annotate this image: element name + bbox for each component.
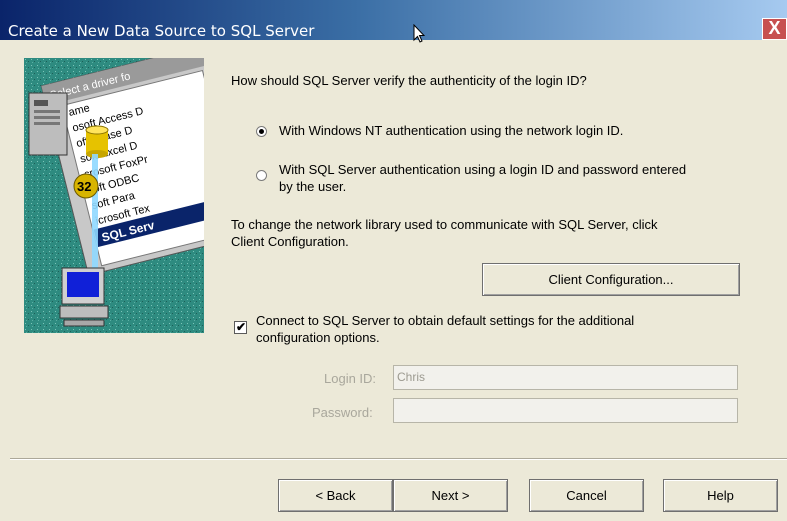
checkmark-icon: ✔ [236,320,247,334]
radio-windows-auth[interactable] [256,126,267,137]
button-separator [10,458,787,460]
login-id-field[interactable]: Chris [393,365,738,390]
driver-wizard-illustration: Select a driver fo ame osoft Access D of… [24,58,204,333]
connect-label-line1[interactable]: Connect to SQL Server to obtain default … [256,313,634,328]
radio-selected-dot [259,129,264,134]
login-id-label: Login ID: [324,371,377,386]
title-bar: Create a New Data Source to SQL Server X [0,0,787,40]
mouse-pointer-icon [413,24,425,43]
server-icon [28,92,68,156]
window-title: Create a New Data Source to SQL Server [8,22,315,40]
cancel-button[interactable]: Cancel [529,479,644,512]
database-icon [85,125,109,158]
password-label: Password: [312,405,373,420]
connect-checkbox[interactable]: ✔ [234,320,247,334]
network-text-line2: Client Configuration. [231,234,349,249]
odbc-32-badge: 32 [73,173,99,199]
option-windows-auth-label[interactable]: With Windows NT authentication using the… [279,123,623,138]
network-text-line1: To change the network library used to co… [231,217,658,232]
option-sql-auth-label-line1[interactable]: With SQL Server authentication using a l… [279,162,686,177]
option-sql-auth-label-line2[interactable]: by the user. [279,179,346,194]
auth-question: How should SQL Server verify the authent… [231,73,587,88]
computer-icon [59,267,109,327]
client-configuration-button[interactable]: Client Configuration... [482,263,740,296]
radio-sql-auth[interactable] [256,170,267,181]
svg-text:32: 32 [77,179,91,194]
close-button[interactable]: X [762,18,787,40]
password-field[interactable] [393,398,738,423]
connect-label-line2[interactable]: configuration options. [256,330,380,345]
help-button[interactable]: Help [663,479,778,512]
next-button[interactable]: Next > [393,479,508,512]
close-icon: X [768,18,781,38]
back-button[interactable]: < Back [278,479,393,512]
